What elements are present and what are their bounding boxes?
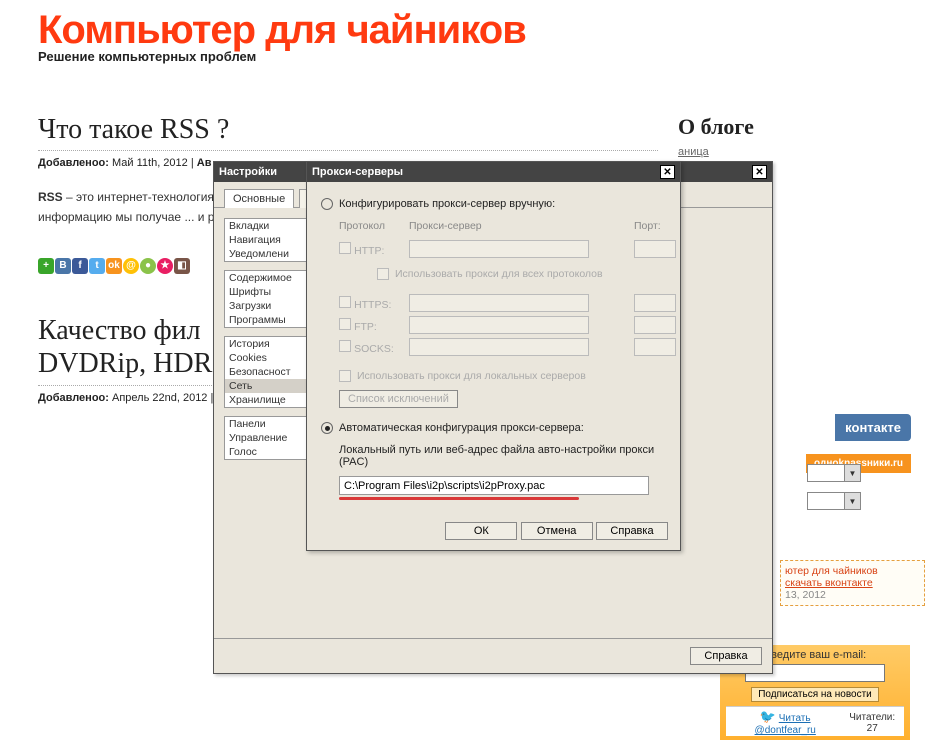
https-server-input bbox=[409, 294, 589, 312]
proxy-titlebar[interactable]: Прокси-серверы ✕ bbox=[307, 162, 680, 182]
pac-label: Локальный путь или веб-адрес файла авто-… bbox=[339, 444, 666, 468]
th-port: Порт: bbox=[634, 220, 684, 238]
red-underline-annotation bbox=[339, 497, 579, 500]
checkbox-ftp bbox=[339, 318, 351, 330]
socks-server-input bbox=[409, 338, 589, 356]
ftp-port-input bbox=[634, 316, 676, 334]
nav-item[interactable]: История bbox=[225, 337, 307, 351]
rss-strong: RSS bbox=[38, 190, 63, 204]
nav-item-network[interactable]: Сеть bbox=[225, 379, 307, 393]
settings-help-button[interactable]: Справка bbox=[690, 647, 762, 665]
settings-title: Настройки bbox=[219, 166, 277, 178]
http-server-input bbox=[409, 240, 589, 258]
local-label: Использовать прокси для локальных сервер… bbox=[357, 370, 586, 382]
star-icon[interactable]: ★ bbox=[157, 258, 173, 274]
share-add-icon[interactable]: + bbox=[38, 258, 54, 274]
sidebar-link-frag[interactable]: аница bbox=[678, 146, 709, 158]
mailru-icon[interactable]: @ bbox=[123, 258, 139, 274]
same-label: Использовать прокси для всех протоколов bbox=[395, 268, 603, 280]
ok-button[interactable]: ОК bbox=[445, 522, 517, 540]
checkbox-http bbox=[339, 242, 351, 254]
nav-item[interactable]: Хранилище bbox=[225, 393, 307, 407]
th-server: Прокси-сервер bbox=[409, 220, 634, 238]
nav-item[interactable]: Содержимое bbox=[225, 271, 307, 285]
post-date: Май 11th, 2012 bbox=[112, 157, 188, 169]
nav-item[interactable]: Шрифты bbox=[225, 285, 307, 299]
ok-icon[interactable]: ok bbox=[106, 258, 122, 274]
frag-title[interactable]: ютер для чайников bbox=[785, 565, 920, 577]
nav-item[interactable]: Управление bbox=[225, 431, 307, 445]
th-protocol: Протокол bbox=[339, 220, 409, 238]
facebook-icon[interactable]: f bbox=[72, 258, 88, 274]
radio-icon[interactable] bbox=[321, 422, 333, 434]
frag-link[interactable]: скачать вконтакте bbox=[785, 577, 873, 589]
twitter-icon[interactable]: t bbox=[89, 258, 105, 274]
proxy-help-button[interactable]: Справка bbox=[596, 522, 668, 540]
nav-item[interactable]: Панели bbox=[225, 417, 307, 431]
checkbox-local bbox=[339, 370, 351, 382]
nav-item[interactable]: Уведомлени bbox=[225, 247, 307, 261]
chevron-down-icon: ▼ bbox=[844, 465, 860, 481]
proxy-table: Протокол Прокси-сервер Порт: HTTP: Испол… bbox=[339, 220, 684, 358]
tab-main[interactable]: Основные bbox=[224, 189, 294, 208]
ftp-server-input bbox=[409, 316, 589, 334]
share-green-icon[interactable]: ● bbox=[140, 258, 156, 274]
radio-auto-row[interactable]: Автоматическая конфигурация прокси-серве… bbox=[321, 422, 666, 434]
cancel-button[interactable]: Отмена bbox=[521, 522, 593, 540]
added-label: Добавленоо: bbox=[38, 157, 109, 169]
radio-icon[interactable] bbox=[321, 198, 333, 210]
site-title: Компьютер для чайников bbox=[38, 8, 909, 53]
http-port-input bbox=[634, 240, 676, 258]
vk-icon[interactable]: В bbox=[55, 258, 71, 274]
nav-item[interactable]: Голос bbox=[225, 445, 307, 459]
nav-item[interactable]: Навигация bbox=[225, 233, 307, 247]
vk-badge[interactable]: контакте bbox=[835, 414, 911, 441]
dropdown-1[interactable]: ▼ bbox=[807, 464, 861, 482]
nav-item[interactable]: Вкладки bbox=[225, 219, 307, 233]
post-title[interactable]: Что такое RSS ? bbox=[38, 114, 658, 151]
sidebar-heading: О блоге bbox=[678, 114, 909, 140]
proxy-window: Прокси-серверы ✕ Конфигурировать прокси-… bbox=[306, 161, 681, 551]
nav-item[interactable]: Загрузки bbox=[225, 299, 307, 313]
checkbox-socks bbox=[339, 340, 351, 352]
subscribe-button[interactable]: Подписаться на новости bbox=[751, 687, 879, 702]
follower-count: Читатели: 27 bbox=[842, 712, 902, 734]
checkbox-https bbox=[339, 296, 351, 308]
radio-manual-row[interactable]: Конфигурировать прокси-сервер вручную: bbox=[321, 198, 666, 210]
https-port-input bbox=[634, 294, 676, 312]
nav-item[interactable]: Cookies bbox=[225, 351, 307, 365]
misc-icon[interactable]: ◧ bbox=[174, 258, 190, 274]
socks-port-input bbox=[634, 338, 676, 356]
dropdown-2[interactable]: ▼ bbox=[807, 492, 861, 510]
radio-manual-label: Конфигурировать прокси-сервер вручную: bbox=[339, 198, 555, 210]
pac-path-input[interactable] bbox=[339, 476, 649, 495]
proxy-title: Прокси-серверы bbox=[312, 166, 403, 178]
exclusions-button: Список исключений bbox=[339, 390, 458, 408]
chevron-down-icon: ▼ bbox=[844, 493, 860, 509]
checkbox-same bbox=[377, 268, 389, 280]
nav-item[interactable]: Программы bbox=[225, 313, 307, 327]
settings-sidebar: Вкладки Навигация Уведомлени Содержимое … bbox=[224, 218, 308, 628]
sidebar-news-frag: ютер для чайников скачать вконтакте 13, … bbox=[780, 560, 925, 606]
close-icon[interactable]: ✕ bbox=[660, 165, 675, 179]
twitter-bird-icon: 🐦 bbox=[760, 709, 776, 724]
close-icon[interactable]: ✕ bbox=[752, 165, 767, 179]
nav-item[interactable]: Безопасност bbox=[225, 365, 307, 379]
radio-auto-label: Автоматическая конфигурация прокси-серве… bbox=[339, 422, 584, 434]
author-label-trunc: Ав bbox=[197, 157, 212, 169]
frag-date: 13, 2012 bbox=[785, 589, 920, 601]
